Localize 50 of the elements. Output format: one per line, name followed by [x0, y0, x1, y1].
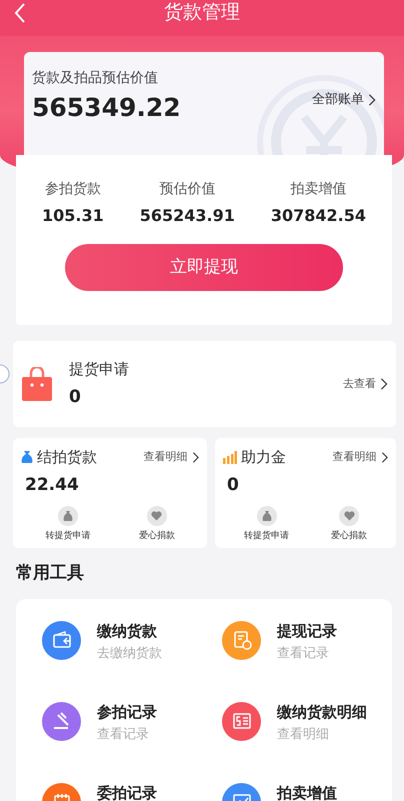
delivery-title: 提货申请: [69, 359, 130, 380]
fund-amount: 0: [226, 474, 240, 496]
tool-item[interactable]: 参拍记录 查看记录: [42, 702, 222, 744]
tool-title: 缴纳货款: [97, 620, 158, 640]
action-button[interactable]: 转提货申请: [45, 506, 90, 544]
total-amount: 565349.22: [32, 92, 181, 124]
page-title: 货款管理: [164, 0, 240, 25]
action-button[interactable]: 爱心捐款: [138, 506, 175, 544]
fund-title: 助力金: [241, 447, 287, 468]
stat-value: 307842.54: [270, 205, 366, 227]
money-bag-icon: [256, 506, 276, 526]
chevron-icon: [380, 452, 388, 463]
tool-title: 委拍记录: [97, 782, 157, 801]
tool-title: 缴纳货款明细: [277, 702, 367, 722]
money-bag-icon: [58, 506, 78, 526]
stat-label: 预估价值: [158, 180, 216, 199]
tool-subtitle: 查看记录: [277, 644, 330, 662]
section-title: 常用工具: [16, 562, 85, 585]
tool-item[interactable]: 缴纳货款 去缴纳货款: [42, 620, 222, 662]
action-button[interactable]: 爱心捐款: [331, 506, 367, 544]
all-bills-link[interactable]: 全部账单: [312, 90, 376, 110]
withdraw-button[interactable]: 立即提现: [65, 244, 343, 291]
tool-title: 拍卖增值: [277, 782, 337, 801]
stat-value: 105.31: [42, 205, 104, 227]
view-link[interactable]: 去查看: [343, 376, 388, 392]
tool-subtitle: 查看记录: [97, 726, 150, 744]
chevron-icon: [380, 378, 388, 390]
details-link[interactable]: 查看明细: [144, 449, 199, 466]
chevron-icon: [368, 94, 376, 106]
tool-item[interactable]: 委拍记录: [42, 782, 222, 801]
action-button[interactable]: 转提货申请: [244, 506, 289, 544]
summary-label: 货款及拍品预估价值: [32, 69, 159, 88]
details-link[interactable]: 查看明细: [332, 449, 388, 466]
fund-amount: 22.44: [24, 474, 80, 496]
delivery-count: 0: [69, 386, 82, 408]
fund-title: 结拍货款: [37, 447, 98, 468]
tool-title: 参拍记录: [97, 702, 157, 722]
tool-title: 提现记录: [277, 620, 337, 640]
tool-item[interactable]: 拍卖增值: [222, 782, 392, 801]
money-bag-icon: [21, 450, 33, 464]
tool-subtitle: 去缴纳货款: [97, 644, 162, 662]
bar-chart-icon: [223, 450, 237, 464]
stat-label: 拍卖增值: [289, 180, 348, 199]
stat-value: 565243.91: [140, 205, 235, 227]
tool-item[interactable]: 缴纳货款明细 查看明细: [222, 702, 392, 744]
shopping-bag-icon: [21, 367, 53, 401]
chevron-icon: [192, 452, 199, 463]
tool-subtitle: 查看明细: [277, 726, 330, 744]
tool-item[interactable]: 提现记录 查看记录: [222, 620, 392, 662]
stat-label: 参拍货款: [44, 180, 102, 199]
